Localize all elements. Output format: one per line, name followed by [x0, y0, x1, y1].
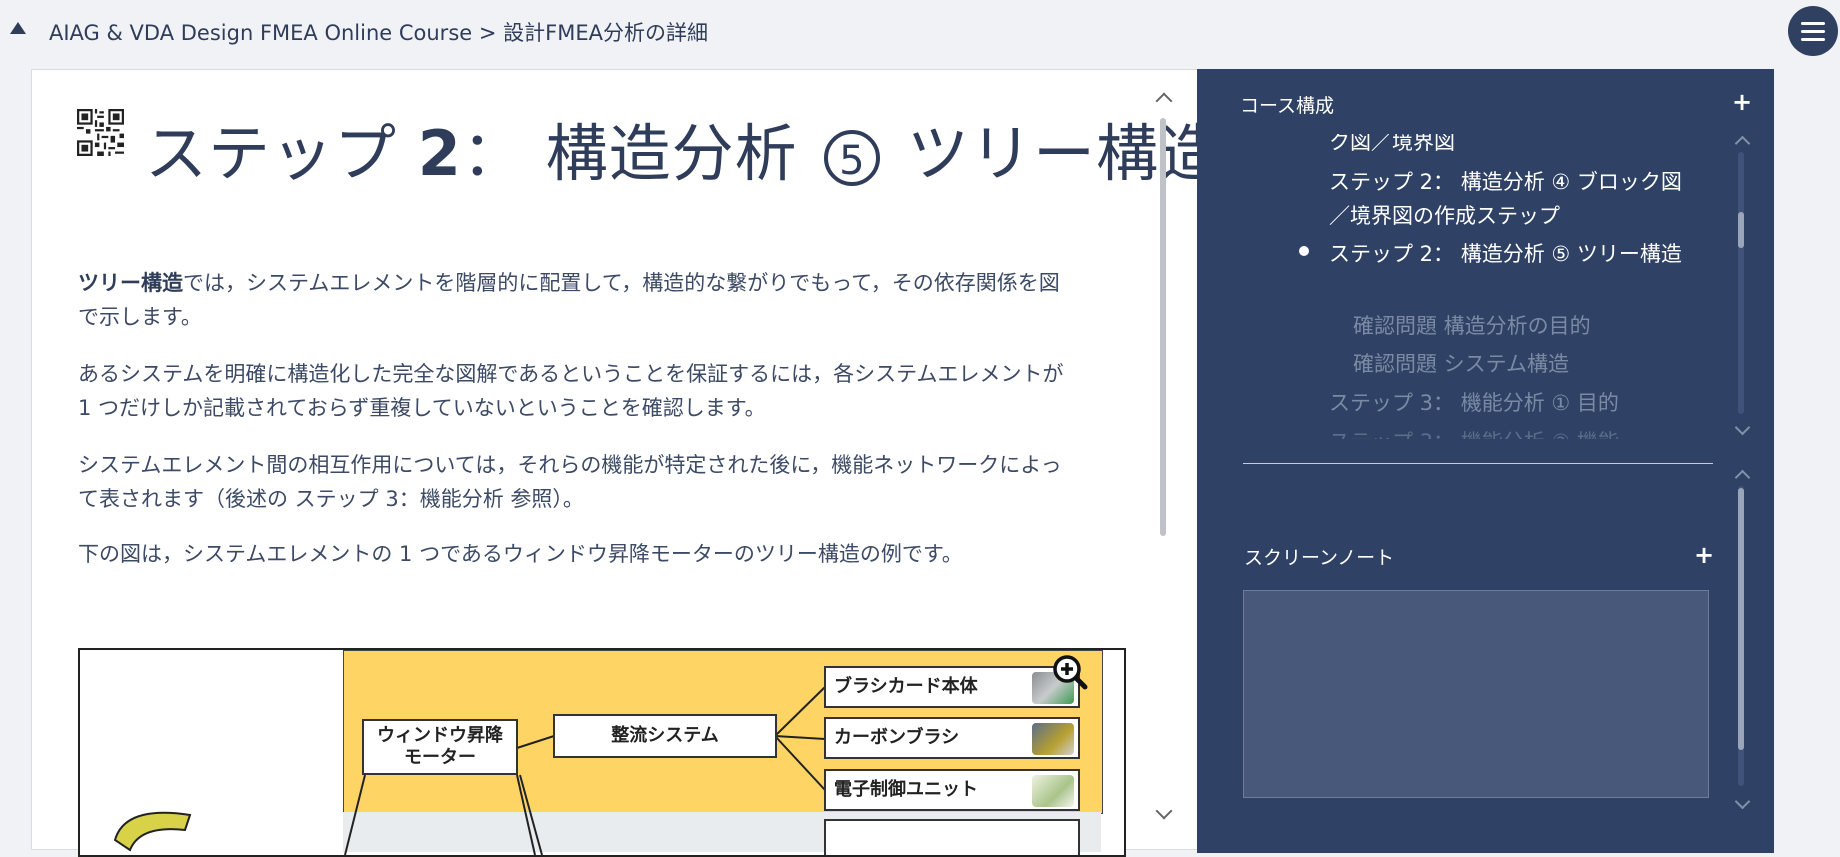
figure-node-root: ウィンドウ昇降 モーター — [362, 719, 518, 775]
menu-icon-bar — [1801, 30, 1825, 33]
toc-item-label: ステップ 2： 構造分析 ⑤ ツリー構造 — [1329, 242, 1682, 266]
page-title: ステップ 2： 構造分析 5 ツリー構造 — [145, 103, 1198, 193]
ecu-thumbnail — [1032, 775, 1074, 807]
paragraph-tree-structure: ツリー構造では，システムエレメントを階層的に配置して，構造的な繋がりでもって，そ… — [78, 266, 1078, 334]
toc-scrollbar-thumb[interactable] — [1738, 212, 1744, 248]
menu-icon — [1801, 22, 1825, 25]
toc-item-current[interactable]: ステップ 2： 構造分析 ⑤ ツリー構造 — [1329, 237, 1699, 271]
toc-scrollbar-track[interactable] — [1738, 152, 1744, 414]
breadcrumb[interactable]: AIAG & VDA Design FMEA Online Course > 設… — [49, 17, 708, 47]
zoom-in-icon[interactable] — [1052, 654, 1088, 690]
screen-notes-expand-button[interactable]: + — [1694, 543, 1714, 567]
menu-button[interactable] — [1788, 6, 1838, 56]
paragraph-text: では，システムエレメントを階層的に配置して，構造的な繋がりでもって，その依存関係… — [78, 271, 1060, 329]
course-toc: ク図／境界図 ステップ 2： 構造分析 ④ ブロック図／境界図の作成ステップ ス… — [1329, 134, 1699, 439]
figure-leaf-label: カーボンブラシ — [834, 727, 960, 748]
sidebar-divider — [1243, 463, 1713, 464]
tree-structure-figure[interactable]: ウィンドウ昇降 モーター 整流システム ブラシカード本体 カーボンブラシ 電子制… — [78, 648, 1126, 857]
figure-leaf: ブラシカード本体 — [824, 666, 1080, 708]
screen-notes-title: スクリーンノート — [1244, 547, 1395, 569]
figure-leaf-label: ブラシカード本体 — [834, 676, 978, 697]
toc-item-quiz[interactable]: 確認問題 システム構造 — [1353, 347, 1699, 381]
title-section: ： 構造分析 — [461, 117, 798, 190]
toc-item[interactable]: ステップ 3： 機能分析 ② 機能 — [1329, 425, 1699, 439]
screen-notes-textarea[interactable] — [1243, 590, 1709, 798]
current-item-bullet-icon — [1299, 246, 1309, 256]
content-scroll-down[interactable] — [1155, 802, 1173, 820]
notes-scrollbar-thumb[interactable] — [1738, 488, 1744, 750]
figure-leaf: 電子制御ユニット — [824, 769, 1080, 811]
toc-item-label: 確認問題 構造分析の目的 — [1353, 314, 1591, 338]
paragraph-example-intro: 下の図は，システムエレメントの 1 つであるウィンドウ昇降モーターのツリー構造の… — [78, 542, 963, 566]
title-prefix: ステップ — [145, 117, 418, 190]
qr-code-icon — [77, 109, 124, 156]
collapse-triangle-icon[interactable] — [10, 22, 26, 34]
toc-item[interactable]: ステップ 3： 機能分析 ① 目的 — [1329, 386, 1699, 420]
course-structure-expand-button[interactable]: + — [1732, 90, 1752, 114]
figure-leaf-label: 電子制御ユニット — [834, 779, 978, 800]
figure-node-mid: 整流システム — [553, 714, 777, 758]
content-scrollbar-thumb[interactable] — [1160, 118, 1166, 536]
title-step-number: 2 — [417, 117, 462, 190]
toc-item[interactable]: ステップ 2： 構造分析 ④ ブロック図／境界図の作成ステップ — [1329, 165, 1699, 233]
paragraph-interaction: システムエレメント間の相互作用については，それらの機能が特定された後に，機能ネッ… — [78, 453, 1062, 511]
term-tree-structure: ツリー構造 — [78, 271, 183, 295]
title-suffix: ツリー構造 — [907, 117, 1198, 190]
toc-item-label: ステップ 3： 機能分析 ① 目的 — [1329, 391, 1619, 415]
paragraph-uniqueness: あるシステムを明確に構造化した完全な図解であるということを保証するには，各システ… — [78, 362, 1064, 420]
top-bar: AIAG & VDA Design FMEA Online Course > 設… — [0, 0, 1840, 62]
figure-node-root-label: ウィンドウ昇降 モーター — [377, 725, 503, 768]
carbon-brush-thumbnail — [1032, 723, 1074, 755]
title-circled-number: 5 — [824, 129, 881, 186]
course-structure-title: コース構成 — [1240, 95, 1335, 117]
toc-item-label: ク図／境界図 — [1329, 134, 1455, 154]
toc-item-label: ステップ 2： 構造分析 ④ ブロック図／境界図の作成ステップ — [1329, 170, 1682, 228]
toc-item[interactable]: ク図／境界図 — [1329, 134, 1699, 159]
toc-item-label: 確認問題 システム構造 — [1353, 352, 1570, 376]
toc-item-label: ステップ 3： 機能分析 ② 機能 — [1329, 430, 1619, 439]
figure-leaf-partial — [824, 819, 1080, 855]
figure-leaf: カーボンブラシ — [824, 717, 1080, 759]
toc-item-quiz[interactable]: 確認問題 構造分析の目的 — [1353, 309, 1699, 343]
figure-node-mid-label: 整流システム — [611, 725, 719, 746]
menu-icon-bar — [1801, 38, 1825, 41]
